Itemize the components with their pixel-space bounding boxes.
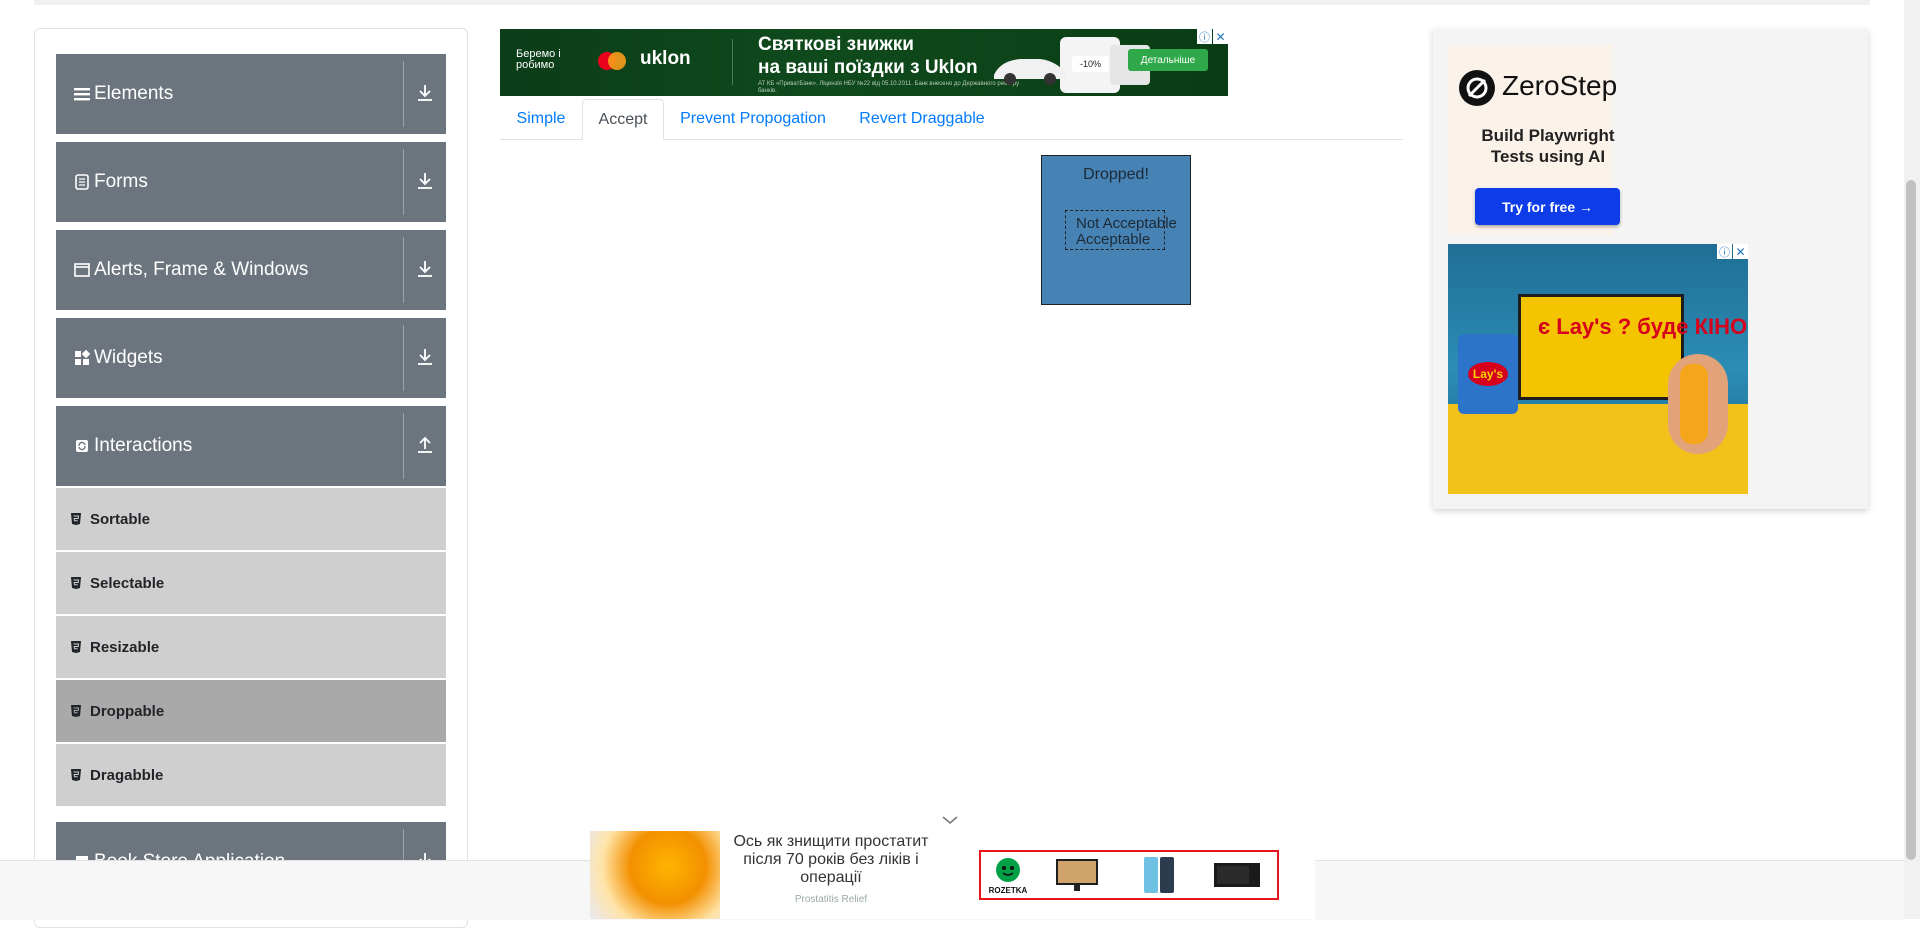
- group-label: Alerts, Frame & Windows: [94, 259, 309, 280]
- group-widgets[interactable]: Widgets: [56, 318, 446, 398]
- menu-item-label: Resizable: [90, 638, 160, 656]
- ad-separator: [732, 39, 733, 85]
- ad-info-icon[interactable]: ⓘ: [1717, 244, 1732, 259]
- menu-item-label: Dragabble: [90, 766, 164, 784]
- download-arrow-icon[interactable]: [414, 346, 436, 368]
- divider: [403, 149, 404, 215]
- menu-item-selectable[interactable]: Selectable: [56, 552, 446, 614]
- divider: [403, 413, 404, 479]
- list-icon: [74, 86, 90, 102]
- group-label: Widgets: [94, 347, 163, 368]
- product-monitor-image[interactable]: [1052, 855, 1102, 895]
- ad-info-icon[interactable]: ⓘ: [1197, 29, 1212, 44]
- group-forms[interactable]: Forms: [56, 142, 446, 222]
- interactions-icon: [74, 438, 90, 454]
- ad-brand: Беремо і робимо: [516, 48, 561, 71]
- menu-item-sortable[interactable]: Sortable: [56, 488, 446, 550]
- form-icon: [74, 174, 90, 190]
- menu-item-resizable[interactable]: Resizable: [56, 616, 446, 678]
- download-arrow-icon[interactable]: [414, 82, 436, 104]
- group-label: Forms: [94, 171, 148, 192]
- zerostep-logo-icon: [1459, 70, 1495, 106]
- menu-item-dragabble[interactable]: Dragabble: [56, 744, 446, 806]
- zerostep-subtitle: Build Playwright Tests using AI: [1481, 126, 1615, 166]
- zerostep-try-button[interactable]: Try for free →: [1475, 188, 1620, 225]
- drop-status-text: Dropped!: [1083, 166, 1149, 183]
- top-ad-banner[interactable]: Беремо і робимо uklon Святкові знижки на…: [500, 29, 1228, 96]
- html5-icon: [70, 576, 82, 590]
- lays-logo: Lay's: [1468, 362, 1508, 386]
- ad-discount: -10%: [1072, 56, 1110, 72]
- tab-bar: Simple Accept Prevent Propogation Revert…: [500, 99, 1403, 140]
- html5-icon: [70, 704, 82, 718]
- html5-icon: [70, 640, 82, 654]
- menu-item-label: Selectable: [90, 574, 165, 592]
- group-interactions[interactable]: Interactions: [56, 406, 446, 486]
- ad-image[interactable]: [590, 831, 720, 919]
- lays-headline: є Lay's ? буде КІНО!: [1538, 314, 1748, 339]
- mastercard-logo-icon: [596, 51, 628, 71]
- divider: [403, 325, 404, 391]
- chevron-down-icon[interactable]: [940, 813, 960, 827]
- lays-remote-image: [1680, 364, 1708, 444]
- menu-item-droppable[interactable]: Droppable: [56, 680, 446, 742]
- window-icon: [74, 262, 90, 278]
- menu-item-label: Sortable: [90, 510, 151, 528]
- html5-icon: [70, 768, 82, 782]
- ad-text[interactable]: Ось як знищити простатит після 70 років …: [720, 833, 942, 887]
- group-label: Elements: [94, 83, 174, 104]
- group-label: Interactions: [94, 435, 193, 456]
- scrollbar-thumb[interactable]: [1906, 180, 1916, 860]
- lays-ad[interactable]: є Lay's ? буде КІНО! Lay's ⓘ ✕: [1448, 244, 1748, 494]
- upload-arrow-icon[interactable]: [414, 434, 436, 456]
- lays-tv-screen: [1518, 294, 1684, 400]
- download-arrow-icon[interactable]: [414, 258, 436, 280]
- ad-close-icon[interactable]: ✕: [1733, 244, 1748, 259]
- divider: [403, 237, 404, 303]
- divider: [403, 61, 404, 127]
- product-microwave-image[interactable]: [1212, 855, 1262, 895]
- ad-close-icon[interactable]: ✕: [1213, 29, 1228, 44]
- zerostep-name: ZeroStep: [1502, 70, 1618, 101]
- rozetka-label: ROZETKA: [988, 886, 1028, 895]
- tab-simple[interactable]: Simple: [500, 99, 582, 139]
- top-strip: [34, 0, 1870, 5]
- html5-icon: [70, 512, 82, 526]
- download-arrow-icon[interactable]: [414, 170, 436, 192]
- widgets-icon: [74, 350, 90, 366]
- group-alerts-frame-windows[interactable]: Alerts, Frame & Windows: [56, 230, 446, 310]
- not-acceptable-draggable[interactable]: Not Acceptable: [1076, 216, 1177, 232]
- tab-accept[interactable]: Accept: [582, 99, 664, 140]
- ad-cta-button[interactable]: Детальніше: [1128, 49, 1208, 71]
- acceptable-draggable[interactable]: Acceptable: [1076, 232, 1150, 248]
- ad-fine-print: АТ КБ «ПриватБанк». Ліцензія НБУ №22 від…: [758, 81, 1020, 94]
- ad-partner: uklon: [640, 48, 691, 69]
- product-phone-image[interactable]: [1140, 855, 1180, 895]
- tab-prevent-propogation[interactable]: Prevent Propogation: [664, 99, 842, 139]
- tab-revert-draggable[interactable]: Revert Draggable: [842, 99, 1002, 139]
- menu-item-label: Droppable: [90, 702, 165, 720]
- ad-source: Prostatitis Relief: [794, 894, 868, 905]
- group-elements[interactable]: Elements: [56, 54, 446, 134]
- ad-headline: Святкові знижки на ваші поїздки з Uklon: [758, 34, 978, 78]
- ad-car-image: [990, 47, 1070, 87]
